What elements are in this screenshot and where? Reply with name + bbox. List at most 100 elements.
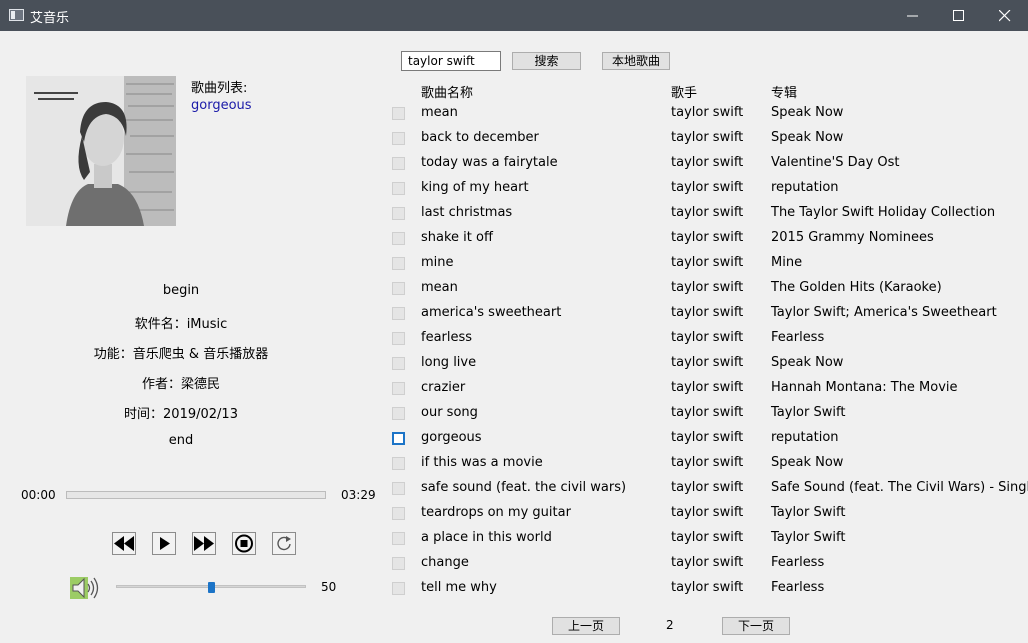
artist-cell: taylor swift [671,305,744,320]
play-button[interactable] [152,532,176,555]
row-checkbox[interactable] [392,182,405,195]
stop-button[interactable] [232,532,256,555]
song-title-cell: tell me why [421,580,497,595]
time-total: 03:29 [341,488,376,502]
album-cell: Valentine'S Day Ost [771,155,900,170]
table-row[interactable]: today was a fairytale taylor swift Valenti… [388,152,1028,177]
artist-cell: taylor swift [671,255,744,270]
artist-cell: taylor swift [671,205,744,220]
song-title-cell: long live [421,355,477,370]
row-checkbox[interactable] [392,482,405,495]
table-row[interactable]: teardrops on my guitar taylor swift Taylor… [388,502,1028,527]
column-header-artist[interactable]: 歌手 [671,82,697,101]
table-row[interactable]: safe sound (feat. the civil wars) taylor … [388,477,1028,502]
repeat-icon [277,536,291,551]
artist-cell: taylor swift [671,505,744,520]
row-checkbox[interactable] [392,307,405,320]
minimize-button[interactable] [890,0,936,31]
local-songs-button[interactable]: 本地歌曲 [602,52,670,70]
row-checkbox[interactable] [392,332,405,345]
row-checkbox[interactable] [392,532,405,545]
row-checkbox[interactable] [392,407,405,420]
close-icon [999,10,1011,22]
artist-cell: taylor swift [671,330,744,345]
table-row[interactable]: crazier taylor swift Hannah Montana: The M… [388,377,1028,402]
row-checkbox[interactable] [392,132,405,145]
song-title-cell: america's sweetheart [421,305,562,320]
prev-page-button[interactable]: 上一页 [552,617,620,635]
row-checkbox[interactable] [392,507,405,520]
volume-slider-handle[interactable] [208,582,215,593]
column-header-song[interactable]: 歌曲名称 [421,82,473,101]
maximize-icon [953,10,964,21]
loop-button[interactable] [272,532,296,555]
volume-button[interactable] [70,575,102,601]
table-row[interactable]: mean taylor swift The Golden Hits (Karaoke… [388,277,1028,302]
stop-icon [235,534,253,553]
table-row[interactable]: long live taylor swift Speak Now [388,352,1028,377]
close-button[interactable] [982,0,1028,31]
search-button[interactable]: 搜索 [512,52,581,70]
table-row[interactable]: last christmas taylor swift The Taylor Swi… [388,202,1028,227]
song-title-cell: fearless [421,330,473,345]
song-title-cell: if this was a movie [421,455,543,470]
row-checkbox[interactable] [392,357,405,370]
table-row[interactable]: mean taylor swift Speak Now [388,102,1028,127]
album-cell: Taylor Swift [771,530,846,545]
album-cell: Taylor Swift [771,405,846,420]
table-row[interactable]: fearless taylor swift Fearless [388,327,1028,352]
artist-cell: taylor swift [671,280,744,295]
song-title-cell: king of my heart [421,180,529,195]
info-author: 作者：梁德民 [141,377,220,392]
search-input[interactable] [401,51,501,71]
row-checkbox[interactable] [392,282,405,295]
table-row[interactable]: if this was a movie taylor swift Speak Now [388,452,1028,477]
column-header-album[interactable]: 专辑 [771,82,797,101]
row-checkbox[interactable] [392,457,405,470]
table-row[interactable]: america's sweetheart taylor swift Taylor S… [388,302,1028,327]
table-row[interactable]: mine taylor swift Mine [388,252,1028,277]
next-page-button[interactable]: 下一页 [722,617,790,635]
row-checkbox[interactable] [392,257,405,270]
album-cell: Speak Now [771,355,844,370]
table-row[interactable]: gorgeous taylor swift reputation [388,427,1028,452]
album-cell: Fearless [771,580,825,595]
row-checkbox[interactable] [392,232,405,245]
row-checkbox[interactable] [392,157,405,170]
table-row[interactable]: change taylor swift Fearless [388,552,1028,577]
progress-bar[interactable] [66,491,326,499]
app-window-icon [9,9,24,21]
table-row[interactable]: back to december taylor swift Speak Now [388,127,1028,152]
info-date: 时间：2019/02/13 [124,407,238,422]
artist-cell: taylor swift [671,130,744,145]
current-song-title: gorgeous [191,98,252,113]
row-checkbox[interactable] [392,432,405,445]
album-cell: Fearless [771,330,825,345]
artist-cell: taylor swift [671,355,744,370]
next-track-icon [194,536,214,551]
table-row[interactable]: a place in this world taylor swift Taylor … [388,527,1028,552]
row-checkbox[interactable] [392,382,405,395]
song-title-cell: back to december [421,130,539,145]
maximize-button[interactable] [936,0,982,31]
song-title-cell: mine [421,255,454,270]
artist-cell: taylor swift [671,155,744,170]
row-checkbox[interactable] [392,582,405,595]
song-title-cell: safe sound (feat. the civil wars) [421,480,627,495]
time-elapsed: 00:00 [21,488,56,502]
row-checkbox[interactable] [392,107,405,120]
table-row[interactable]: tell me why taylor swift Fearless [388,577,1028,602]
row-checkbox[interactable] [392,557,405,570]
next-button[interactable] [192,532,216,555]
table-row[interactable]: our song taylor swift Taylor Swift [388,402,1028,427]
table-row[interactable]: king of my heart taylor swift reputation [388,177,1028,202]
minimize-icon [907,15,918,17]
song-title-cell: teardrops on my guitar [421,505,571,520]
table-row[interactable]: shake it off taylor swift 2015 Grammy Nomi… [388,227,1028,252]
row-checkbox[interactable] [392,207,405,220]
artist-cell: taylor swift [671,555,744,570]
album-cell: reputation [771,430,839,445]
album-cell: Speak Now [771,105,844,120]
previous-button[interactable] [112,532,136,555]
play-icon [160,537,170,550]
